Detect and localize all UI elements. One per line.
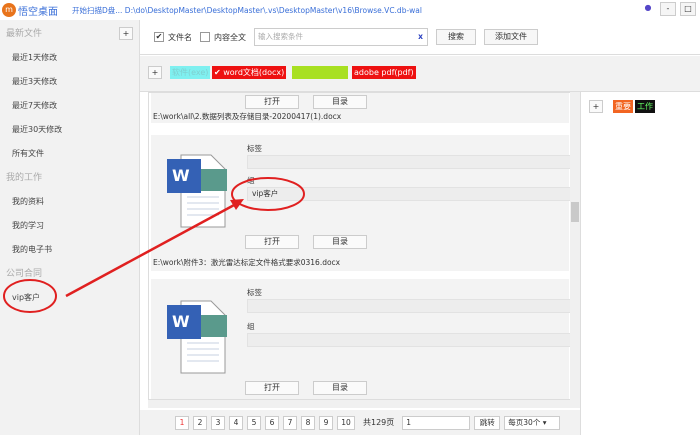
highlight-ellipse (231, 177, 305, 211)
annotation-arrow (65, 202, 237, 298)
annotation-overlay (3, 177, 305, 313)
highlight-ellipse (3, 279, 57, 313)
